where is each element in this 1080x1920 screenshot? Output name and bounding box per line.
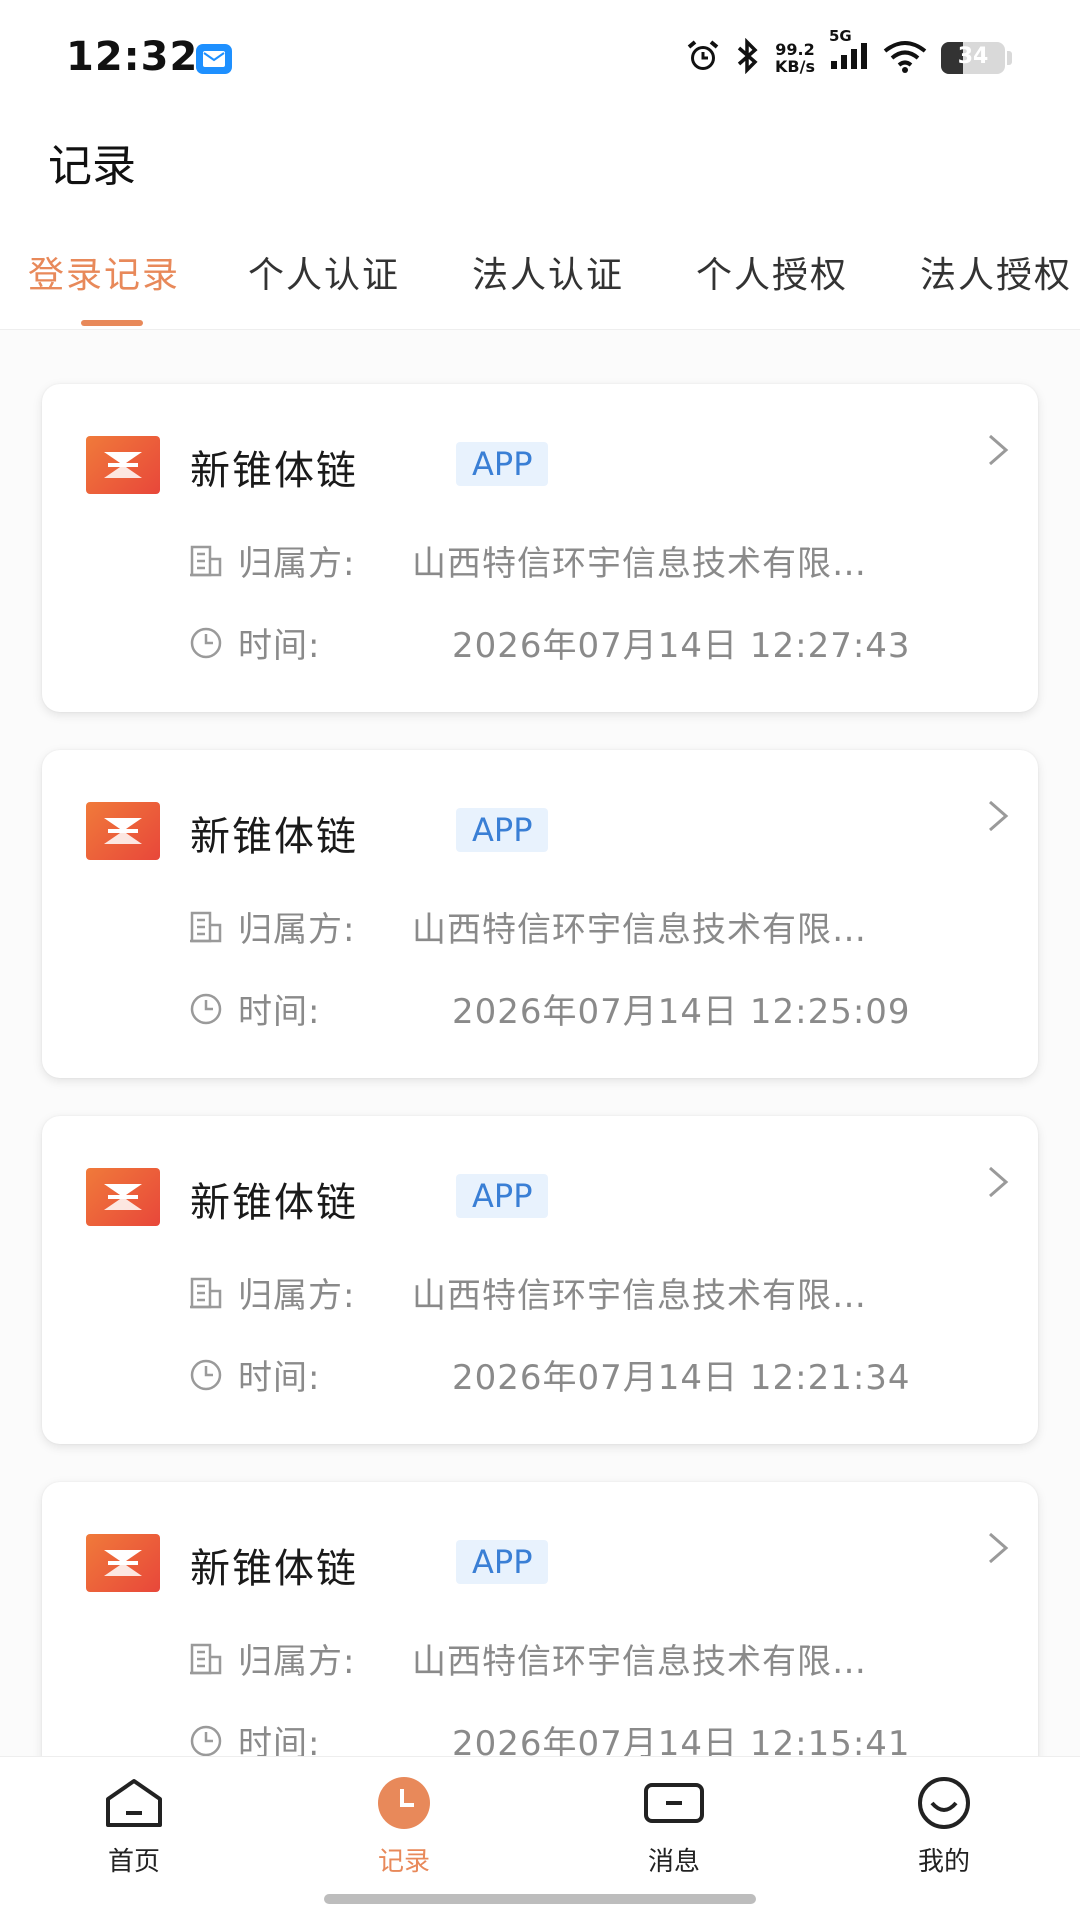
tab-login-records[interactable]: 登录记录 [28, 246, 180, 298]
tab-legal-person-verification[interactable]: 法人认证 [472, 246, 624, 298]
status-icons: 99.2 KB/s 5G 34 [685, 27, 1012, 78]
clock-icon [188, 991, 228, 1036]
message-icon [604, 1775, 744, 1831]
page: 12:32 99.2 KB/s 5G 34 记录 登录记录 个人认证 法人认证 … [0, 0, 1080, 1920]
nav-records-label: 记录 [377, 1847, 430, 1877]
clock-icon [188, 625, 228, 670]
app-logo-icon [86, 436, 160, 494]
time-label: 时间: [238, 1724, 321, 1756]
app-name: 新锥体链 [190, 814, 358, 860]
chevron-right-icon [986, 432, 1010, 472]
building-icon [188, 909, 228, 954]
owner-row: 归属方: 山西特信环宇信息技术有限… [188, 902, 866, 954]
tab-legal-person-authorization[interactable]: 法人授权 [920, 246, 1072, 298]
network-speed-unit: KB/s [775, 57, 815, 76]
owner-value: 山西特信环宇信息技术有限… [412, 544, 867, 584]
owner-label: 归属方: [238, 1276, 356, 1316]
battery-tip [1007, 51, 1012, 65]
clock-icon [334, 1775, 474, 1831]
owner-label: 归属方: [238, 1642, 356, 1682]
tab-personal-authorization[interactable]: 个人授权 [696, 246, 848, 298]
chevron-right-icon [986, 1530, 1010, 1570]
app-name: 新锥体链 [190, 1546, 358, 1592]
time-label: 时间: [238, 626, 321, 666]
owner-row: 归属方: 山西特信环宇信息技术有限… [188, 1268, 866, 1320]
time-value: 2026年07月14日 12:25:09 [452, 992, 911, 1032]
status-time: 12:32 [66, 34, 199, 80]
owner-label: 归属方: [238, 910, 356, 950]
record-card[interactable]: 新锥体链 APP 归属方: 山西特信环宇信息技术有限… 时间: 2026年07月… [42, 750, 1038, 1078]
nav-home-label: 首页 [107, 1847, 160, 1877]
app-name: 新锥体链 [190, 448, 358, 494]
page-title: 记录 [48, 141, 136, 192]
owner-value: 山西特信环宇信息技术有限… [412, 1276, 867, 1316]
app-logo-icon [86, 1168, 160, 1226]
nav-messages[interactable]: 消息 [604, 1775, 744, 1878]
nav-records[interactable]: 记录 [334, 1775, 474, 1878]
tab-active-indicator [81, 320, 143, 326]
app-logo-icon [86, 802, 160, 860]
app-type-tag: APP [456, 1540, 549, 1584]
record-list[interactable]: 新锥体链 APP 归属方: 山西特信环宇信息技术有限… 时间: 2026年07月… [0, 330, 1080, 1756]
app-type-tag: APP [456, 808, 549, 852]
app-type-tag: APP [456, 1174, 549, 1218]
app-name: 新锥体链 [190, 1180, 358, 1226]
chevron-right-icon [986, 798, 1010, 838]
time-value: 2026年07月14日 12:15:41 [452, 1724, 911, 1756]
network-speed: 99.2 KB/s [775, 41, 815, 75]
home-indicator[interactable] [324, 1894, 756, 1904]
mail-notification-icon [196, 44, 232, 74]
owner-value: 山西特信环宇信息技术有限… [412, 910, 867, 950]
network-type: 5G [829, 27, 852, 45]
owner-label: 归属方: [238, 544, 356, 584]
time-row: 时间: 2026年07月14日 12:25:09 [188, 984, 910, 1036]
signal-5g: 5G [829, 27, 869, 75]
battery-level: 34 [957, 44, 989, 69]
app-logo-icon [86, 1534, 160, 1592]
clock-icon [188, 1357, 228, 1402]
nav-profile[interactable]: 我的 [874, 1775, 1014, 1878]
nav-messages-label: 消息 [647, 1847, 700, 1877]
status-bar: 12:32 99.2 KB/s 5G 34 [0, 0, 1080, 112]
record-card[interactable]: 新锥体链 APP 归属方: 山西特信环宇信息技术有限… 时间: 2026年07月… [42, 384, 1038, 712]
owner-row: 归属方: 山西特信环宇信息技术有限… [188, 536, 866, 588]
time-value: 2026年07月14日 12:27:43 [452, 626, 911, 666]
building-icon [188, 1275, 228, 1320]
owner-row: 归属方: 山西特信环宇信息技术有限… [188, 1634, 866, 1686]
time-label: 时间: [238, 992, 321, 1032]
time-label: 时间: [238, 1358, 321, 1398]
chevron-right-icon [986, 1164, 1010, 1204]
app-type-tag: APP [456, 442, 549, 486]
alarm-icon [685, 38, 721, 78]
wifi-icon [883, 39, 927, 77]
time-row: 时间: 2026年07月14日 12:21:34 [188, 1350, 910, 1402]
tab-bar: 登录记录 个人认证 法人认证 个人授权 法人授权 [0, 238, 1080, 330]
smile-icon [874, 1775, 1014, 1831]
owner-value: 山西特信环宇信息技术有限… [412, 1642, 867, 1682]
building-icon [188, 1641, 228, 1686]
time-row: 时间: 2026年07月14日 12:27:43 [188, 618, 910, 670]
cell-signal-icon [831, 43, 867, 69]
time-value: 2026年07月14日 12:21:34 [452, 1358, 911, 1398]
clock-icon [188, 1723, 228, 1756]
building-icon [188, 543, 228, 588]
time-row: 时间: 2026年07月14日 12:15:41 [188, 1716, 910, 1756]
tab-personal-verification[interactable]: 个人认证 [248, 246, 400, 298]
record-card[interactable]: 新锥体链 APP 归属方: 山西特信环宇信息技术有限… 时间: 2026年07月… [42, 1116, 1038, 1444]
record-card[interactable]: 新锥体链 APP 归属方: 山西特信环宇信息技术有限… 时间: 2026年07月… [42, 1482, 1038, 1756]
battery-icon: 34 [941, 42, 1005, 74]
nav-home[interactable]: 首页 [64, 1775, 204, 1878]
bluetooth-icon [735, 37, 761, 78]
home-icon [64, 1775, 204, 1831]
nav-profile-label: 我的 [917, 1847, 970, 1877]
